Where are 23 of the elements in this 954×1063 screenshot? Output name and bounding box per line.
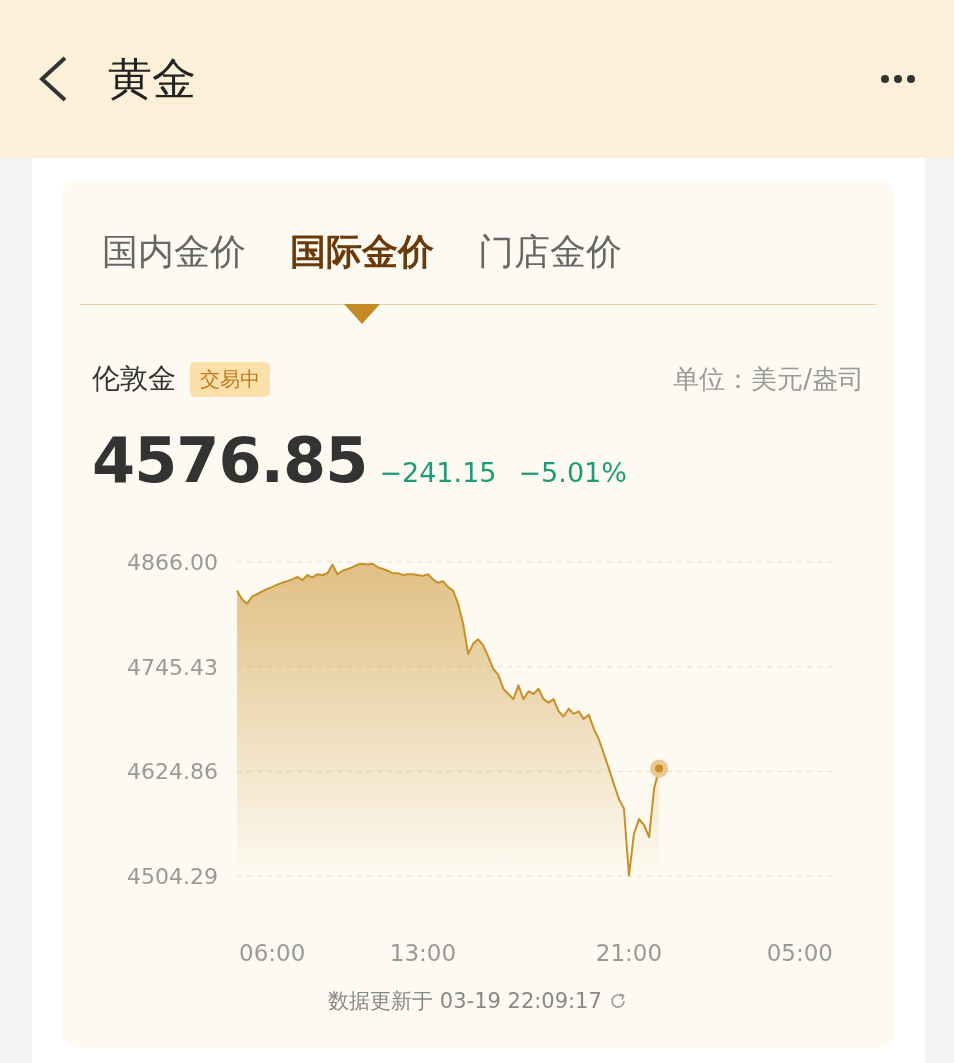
y-axis-label: 4745.43	[127, 654, 218, 680]
latest-point-marker	[650, 759, 669, 778]
unit-label: 单位：美元/盎司	[673, 362, 864, 396]
x-axis-label: 13:00	[389, 940, 457, 966]
price-change: −241.15	[379, 457, 497, 488]
price-change-percent: −5.01%	[518, 457, 627, 488]
back-icon[interactable]	[38, 55, 68, 103]
update-time: 数据更新于 03-19 22:09:17	[328, 988, 602, 1015]
price-tab[interactable]: 门店金价	[478, 232, 622, 272]
more-icon[interactable]	[880, 74, 916, 84]
y-axis-label: 4504.29	[127, 864, 218, 889]
x-axis-label: 21:00	[595, 940, 663, 966]
price-tab[interactable]: 国内金价	[102, 232, 246, 272]
x-axis-label: 05:00	[766, 940, 833, 966]
x-axis-label: 06:00	[239, 940, 306, 966]
y-axis-label: 4624.86	[127, 759, 218, 785]
tab-indicator-icon	[344, 304, 380, 324]
current-price: 4576.85	[92, 424, 368, 497]
y-axis-label: 4866.00	[127, 550, 218, 575]
instrument-name: 伦敦金	[92, 361, 176, 397]
trading-status-badge: 交易中	[190, 361, 270, 397]
price-tab[interactable]: 国际金价	[290, 232, 434, 272]
page-title: 黄金	[108, 51, 196, 106]
